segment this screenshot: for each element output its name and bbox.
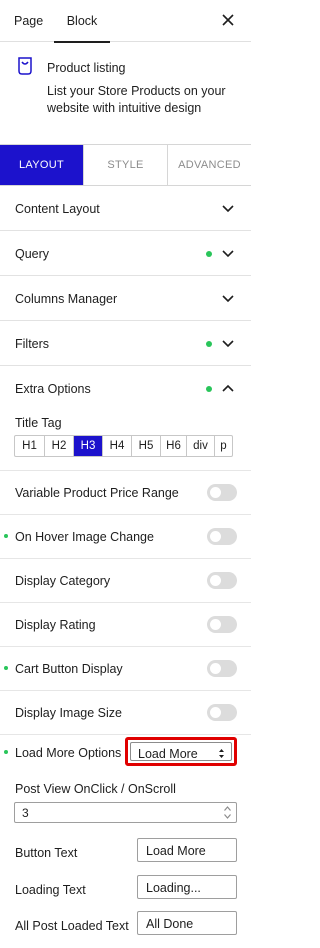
post-view-value: 3 <box>22 806 29 820</box>
chevron-down-icon <box>222 295 234 303</box>
title-tag-h5[interactable]: H5 <box>131 436 160 456</box>
status-dot <box>206 341 212 347</box>
status-dot <box>206 386 212 392</box>
status-dot <box>4 750 8 754</box>
panel-columns-manager[interactable]: Columns Manager <box>0 276 251 321</box>
title-tag-h6[interactable]: H6 <box>160 436 186 456</box>
inspector-tabs: LAYOUT STYLE ADVANCED <box>0 144 251 186</box>
post-view-label: Post View OnClick / OnScroll <box>15 782 176 796</box>
chevron-down-icon <box>222 205 234 213</box>
input-value: Loading... <box>146 881 201 895</box>
tab-layout[interactable]: LAYOUT <box>0 145 83 185</box>
tab-page[interactable]: Page <box>14 0 43 42</box>
all-loaded-input[interactable]: All Done <box>137 911 237 935</box>
post-view-input[interactable]: 3 <box>14 802 237 823</box>
chevron-down-icon <box>222 340 234 348</box>
title-tag-div[interactable]: div <box>186 436 214 456</box>
panel-title: Columns Manager <box>15 292 118 306</box>
chevron-up-icon <box>222 384 234 392</box>
toggle-row-display-rating: Display Rating <box>0 603 251 647</box>
toggle-switch[interactable] <box>207 616 237 633</box>
loading-text-input[interactable]: Loading... <box>137 875 237 899</box>
toggle-label: Variable Product Price Range <box>15 486 179 500</box>
title-tag-p[interactable]: p <box>214 436 232 456</box>
block-title: Product listing <box>47 61 126 75</box>
input-value: All Done <box>146 917 194 931</box>
select-caret-icon <box>219 749 224 758</box>
title-tag-label: Title Tag <box>15 416 62 430</box>
title-tag-selector: H1 H2 H3 H4 H5 H6 div p <box>14 435 233 457</box>
button-text-input[interactable]: Load More <box>137 838 237 862</box>
product-listing-icon <box>18 57 32 75</box>
status-dot <box>206 251 212 257</box>
button-text-label: Button Text <box>15 846 78 860</box>
tab-style[interactable]: STYLE <box>83 145 167 185</box>
toggle-row-variable-price: Variable Product Price Range <box>0 471 251 515</box>
toggle-switch[interactable] <box>207 484 237 501</box>
panel-query[interactable]: Query <box>0 231 251 276</box>
title-tag-h2[interactable]: H2 <box>44 436 73 456</box>
title-tag-h3[interactable]: H3 <box>73 436 102 456</box>
toggle-row-hover-image: On Hover Image Change <box>0 515 251 559</box>
chevron-down-icon <box>222 250 234 258</box>
load-more-select[interactable]: Load More <box>125 737 237 766</box>
block-card: Product listing List your Store Products… <box>0 43 251 127</box>
panel-title: Filters <box>15 337 50 351</box>
toggle-switch[interactable] <box>207 528 237 545</box>
panel-content-layout[interactable]: Content Layout <box>0 186 251 231</box>
toggle-label: Display Image Size <box>15 706 122 720</box>
tab-block[interactable]: Block <box>54 0 110 43</box>
load-more-label: Load More Options <box>15 746 122 760</box>
block-description: List your Store Products on your website… <box>47 84 226 115</box>
toggle-row-display-category: Display Category <box>0 559 251 603</box>
input-value: Load More <box>146 844 206 858</box>
spinner-arrows-icon[interactable] <box>223 805 232 820</box>
loading-text-label: Loading Text <box>15 883 86 897</box>
status-dot <box>4 666 8 670</box>
all-loaded-label: All Post Loaded Text <box>15 919 129 933</box>
title-tag-h4[interactable]: H4 <box>102 436 131 456</box>
panel-extra-options[interactable]: Extra Options <box>0 366 251 410</box>
panel-title: Content Layout <box>15 202 100 216</box>
panel-title: Extra Options <box>15 382 91 396</box>
button-text-row: Button Text Load More <box>0 836 251 872</box>
close-icon[interactable] <box>219 11 237 29</box>
toggle-switch[interactable] <box>207 572 237 589</box>
tab-advanced[interactable]: ADVANCED <box>167 145 251 185</box>
toggle-label: Cart Button Display <box>15 662 123 676</box>
status-dot <box>4 534 8 538</box>
toggle-switch[interactable] <box>207 660 237 677</box>
toggle-label: Display Category <box>15 574 111 588</box>
toggle-row-image-size: Display Image Size <box>0 691 251 735</box>
select-field: Load More <box>130 742 232 761</box>
toggle-label: On Hover Image Change <box>15 530 154 544</box>
toggle-row-cart-button: Cart Button Display <box>0 647 251 691</box>
toggle-label: Display Rating <box>15 618 96 632</box>
panel-filters[interactable]: Filters <box>0 321 251 366</box>
select-value: Load More <box>138 747 198 761</box>
sidebar-header: Page Block <box>0 0 251 43</box>
panel-title: Query <box>15 247 50 261</box>
loading-text-row: Loading Text Loading... <box>0 873 251 909</box>
all-loaded-row: All Post Loaded Text All Done <box>0 909 251 945</box>
toggle-switch[interactable] <box>207 704 237 721</box>
title-tag-h1[interactable]: H1 <box>15 436 44 456</box>
